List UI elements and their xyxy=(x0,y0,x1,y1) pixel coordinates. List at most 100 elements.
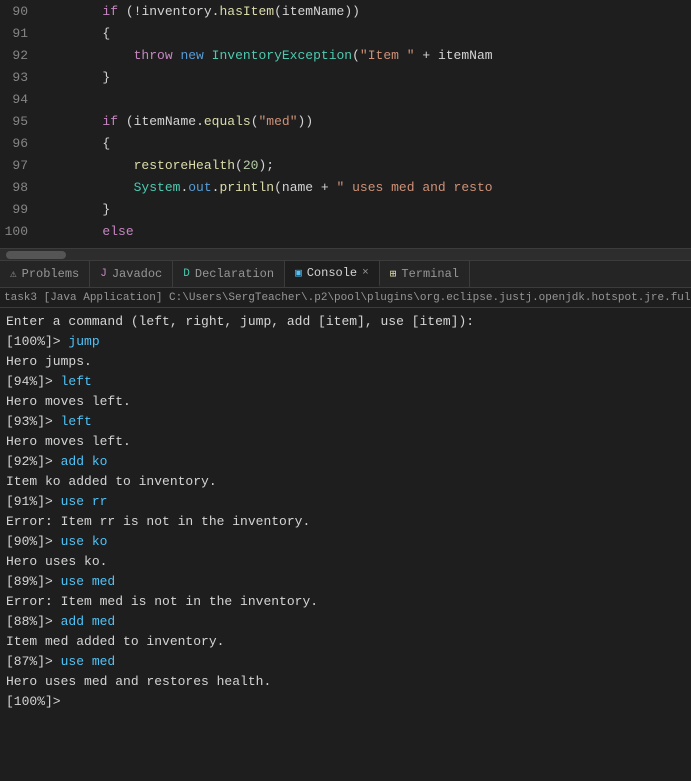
console-output-text: Error: Item med is not in the inventory. xyxy=(6,594,318,609)
console-prompt: [88%]> xyxy=(6,614,61,629)
console-prompt: [100%]> xyxy=(6,334,68,349)
console-line: [91%]> use rr xyxy=(6,492,685,512)
console-output-text: Hero moves left. xyxy=(6,434,131,449)
tab-console[interactable]: ▣ Console × xyxy=(285,261,380,287)
console-line: [100%]> xyxy=(6,692,685,712)
code-editor: 90 if (!inventory.hasItem(itemName))91 {… xyxy=(0,0,691,248)
console-command: left xyxy=(61,414,92,429)
code-line: 93 } xyxy=(0,66,691,88)
console-output-text: Enter a command (left, right, jump, add … xyxy=(6,314,474,329)
line-number: 91 xyxy=(0,26,40,41)
console-line: Error: Item rr is not in the inventory. xyxy=(6,512,685,532)
console-prompt: [87%]> xyxy=(6,654,61,669)
console-output-text: Item ko added to inventory. xyxy=(6,474,217,489)
code-line: 97 restoreHealth(20); xyxy=(0,154,691,176)
console-line: [88%]> add med xyxy=(6,612,685,632)
line-number: 97 xyxy=(0,158,40,173)
code-line: 95 if (itemName.equals("med")) xyxy=(0,110,691,132)
tab-declaration[interactable]: D Declaration xyxy=(173,261,285,287)
line-content: throw new InventoryException("Item " + i… xyxy=(40,48,493,63)
console-prompt: [92%]> xyxy=(6,454,61,469)
tab-javadoc[interactable]: J Javadoc xyxy=(90,261,173,287)
code-line: 91 { xyxy=(0,22,691,44)
line-content: } xyxy=(40,202,110,217)
console-command: add ko xyxy=(61,454,108,469)
console-command: use rr xyxy=(61,494,108,509)
terminal-tab-icon: ⊞ xyxy=(390,267,397,281)
declaration-tab-label: Declaration xyxy=(195,267,274,281)
console-output-text: Hero jumps. xyxy=(6,354,92,369)
console-line: Hero moves left. xyxy=(6,392,685,412)
scrollbar-thumb[interactable] xyxy=(6,251,66,259)
console-output-text: Hero uses ko. xyxy=(6,554,107,569)
console-line: Item med added to inventory. xyxy=(6,632,685,652)
console-prompt: [89%]> xyxy=(6,574,61,589)
line-content: if (!inventory.hasItem(itemName)) xyxy=(40,4,360,19)
console-command: jump xyxy=(68,334,99,349)
console-output-text: Hero moves left. xyxy=(6,394,131,409)
javadoc-tab-icon: J xyxy=(100,268,107,280)
horizontal-scrollbar[interactable] xyxy=(0,248,691,260)
line-number: 94 xyxy=(0,92,40,107)
declaration-tab-icon: D xyxy=(183,268,190,280)
status-text: task3 [Java Application] C:\Users\SergTe… xyxy=(4,292,691,304)
line-content: { xyxy=(40,136,110,151)
code-line: 90 if (!inventory.hasItem(itemName)) xyxy=(0,0,691,22)
console-line: Hero jumps. xyxy=(6,352,685,372)
line-content: if (itemName.equals("med")) xyxy=(40,114,313,129)
tab-terminal[interactable]: ⊞ Terminal xyxy=(380,261,470,287)
console-line: Hero uses med and restores health. xyxy=(6,672,685,692)
tab-problems[interactable]: ⚠ Problems xyxy=(0,261,90,287)
code-line: 99 } xyxy=(0,198,691,220)
console-line: [92%]> add ko xyxy=(6,452,685,472)
console-line: Hero uses ko. xyxy=(6,552,685,572)
console-command: use ko xyxy=(61,534,108,549)
line-number: 98 xyxy=(0,180,40,195)
problems-tab-label: Problems xyxy=(22,267,80,281)
line-number: 93 xyxy=(0,70,40,85)
console-line: [89%]> use med xyxy=(6,572,685,592)
code-line: 98 System.out.println(name + " uses med … xyxy=(0,176,691,198)
problems-tab-icon: ⚠ xyxy=(10,267,17,281)
console-prompt: [90%]> xyxy=(6,534,61,549)
line-content: { xyxy=(40,26,110,41)
console-output-text: Error: Item rr is not in the inventory. xyxy=(6,514,310,529)
console-command: use med xyxy=(61,654,116,669)
code-line: 100 else xyxy=(0,220,691,242)
console-line: Item ko added to inventory. xyxy=(6,472,685,492)
line-content: } xyxy=(40,70,110,85)
line-content: else xyxy=(40,224,134,239)
console-command: use med xyxy=(61,574,116,589)
console-line: Enter a command (left, right, jump, add … xyxy=(6,312,685,332)
line-content: restoreHealth(20); xyxy=(40,158,274,173)
console-prompt: [91%]> xyxy=(6,494,61,509)
console-line: [100%]> jump xyxy=(6,332,685,352)
code-line: 96 { xyxy=(0,132,691,154)
line-number: 100 xyxy=(0,224,40,239)
line-number: 90 xyxy=(0,4,40,19)
javadoc-tab-label: Javadoc xyxy=(112,267,162,281)
code-line: 92 throw new InventoryException("Item " … xyxy=(0,44,691,66)
terminal-tab-label: Terminal xyxy=(401,267,459,281)
status-bar: task3 [Java Application] C:\Users\SergTe… xyxy=(0,288,691,308)
console-command: left xyxy=(61,374,92,389)
console-line: Hero moves left. xyxy=(6,432,685,452)
console-line: [90%]> use ko xyxy=(6,532,685,552)
console-line: [87%]> use med xyxy=(6,652,685,672)
line-number: 99 xyxy=(0,202,40,217)
console-line: Error: Item med is not in the inventory. xyxy=(6,592,685,612)
console-prompt: [100%]> xyxy=(6,694,68,709)
console-line: [93%]> left xyxy=(6,412,685,432)
console-prompt: [93%]> xyxy=(6,414,61,429)
console-command: add med xyxy=(61,614,116,629)
line-number: 92 xyxy=(0,48,40,63)
console-output-text: Hero uses med and restores health. xyxy=(6,674,271,689)
console-line: [94%]> left xyxy=(6,372,685,392)
console-output-text: Item med added to inventory. xyxy=(6,634,224,649)
console-tab-icon: ▣ xyxy=(295,266,302,280)
line-number: 95 xyxy=(0,114,40,129)
console-tab-close[interactable]: × xyxy=(362,267,369,279)
code-line: 94 xyxy=(0,88,691,110)
console-tab-label: Console xyxy=(307,266,357,280)
console-output: Enter a command (left, right, jump, add … xyxy=(0,308,691,781)
